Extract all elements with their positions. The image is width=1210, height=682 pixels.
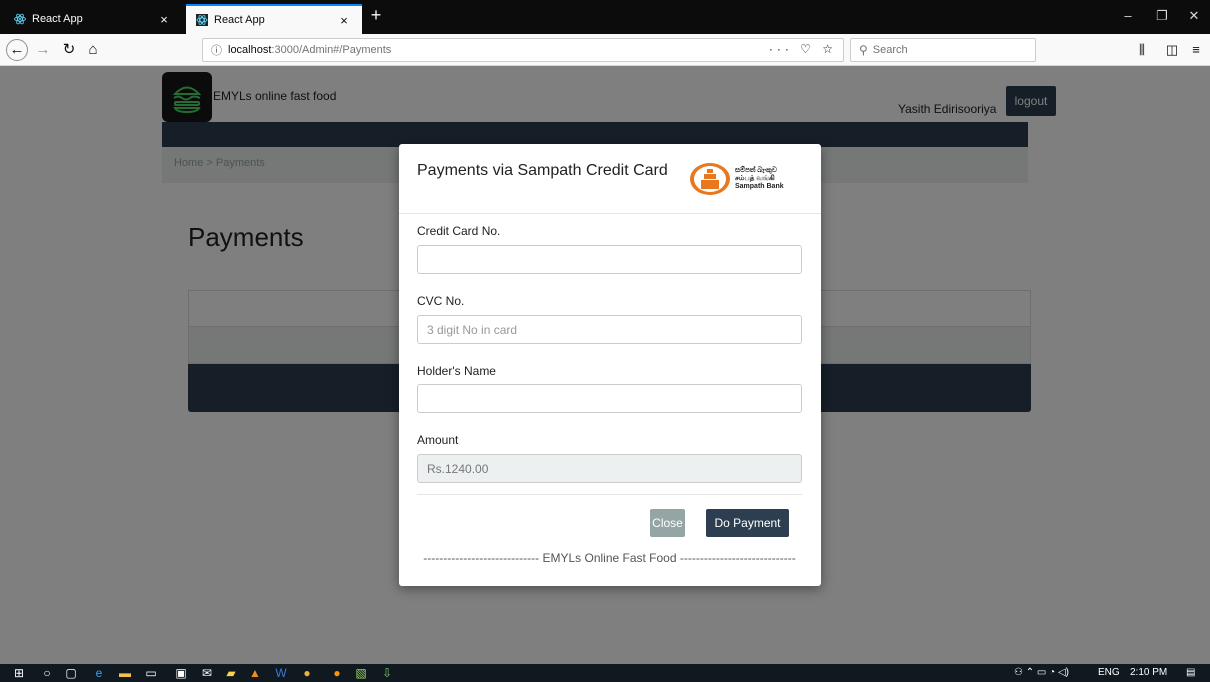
- menu-icon[interactable]: ≡: [1186, 42, 1206, 57]
- page-actions-icon[interactable]: ··· ♡ ☆: [769, 42, 837, 56]
- language-indicator[interactable]: ENG: [1098, 666, 1120, 680]
- browser-tab-bar: React App × React App × + – ❐ ✕: [0, 0, 1210, 34]
- minimize-icon[interactable]: –: [1118, 8, 1138, 23]
- edge-browser-icon[interactable]: e: [92, 666, 106, 680]
- payment-modal: Payments via Sampath Credit Card සම්පත් …: [399, 144, 821, 586]
- action-center-icon[interactable]: ▤: [1186, 666, 1195, 680]
- notepad-icon[interactable]: ▧: [354, 666, 368, 680]
- windows-start-icon[interactable]: ⊞: [12, 666, 26, 680]
- library-icon[interactable]: ⫼: [1132, 42, 1152, 58]
- back-icon[interactable]: ←: [6, 39, 28, 61]
- home-icon[interactable]: ⌂: [82, 39, 104, 61]
- modal-footer-text: ----------------------------- EMYLs Onli…: [423, 551, 796, 565]
- do-payment-button[interactable]: Do Payment: [706, 509, 789, 537]
- close-tab-icon[interactable]: ×: [156, 12, 172, 27]
- file-explorer-icon[interactable]: ▬: [118, 666, 132, 680]
- restore-icon[interactable]: ❐: [1152, 8, 1172, 24]
- mail-icon[interactable]: ✉: [200, 666, 214, 680]
- amount-field: [417, 454, 802, 483]
- holder-name-label: Holder's Name: [417, 364, 496, 378]
- close-window-icon[interactable]: ✕: [1184, 8, 1204, 24]
- card-number-input[interactable]: [417, 245, 802, 274]
- chrome-icon[interactable]: ●: [300, 666, 314, 680]
- search-placeholder: Search: [872, 44, 908, 56]
- tab-title: React App: [214, 14, 265, 26]
- amount-label: Amount: [417, 433, 459, 447]
- browser-toolbar: ← → ↻ ⌂ ⓘ localhost :3000/Admin#/Payment…: [0, 34, 1210, 66]
- holder-name-input[interactable]: [417, 384, 802, 413]
- new-tab-icon[interactable]: +: [366, 5, 386, 26]
- card-number-label: Credit Card No.: [417, 224, 501, 238]
- cortana-search-icon[interactable]: ○: [40, 666, 54, 680]
- browser-tab[interactable]: React App ×: [4, 4, 182, 34]
- sampath-emblem-icon: [690, 163, 730, 195]
- bank-name-english: Sampath Bank: [735, 183, 784, 190]
- system-tray-icons[interactable]: ⚇ ⌃ ▭ ◔ ◁): [1014, 666, 1069, 680]
- bank-name: සම්පත් බැංකුව சம்பத் வங்கி Sampath Bank: [735, 167, 784, 191]
- store-icon[interactable]: ▣: [174, 666, 188, 680]
- close-button[interactable]: Close: [650, 509, 685, 537]
- os-taskbar: ⊞ ○ ▢ e ▬ ▭ ▣ ✉ ▰ ▲ W ● ● ▧ ⇩ ⚇ ⌃ ▭ ◔ ◁)…: [0, 664, 1210, 682]
- url-bar[interactable]: ⓘ localhost :3000/Admin#/Payments ··· ♡ …: [202, 38, 844, 62]
- firefox-icon[interactable]: ●: [330, 666, 344, 680]
- sidebar-icon[interactable]: ◫: [1162, 42, 1182, 58]
- vlc-icon[interactable]: ▲: [248, 666, 262, 680]
- react-icon: [196, 14, 208, 26]
- bank-name-sinhala: සම්පත් බැංකුව: [735, 167, 777, 174]
- word-icon[interactable]: W: [274, 666, 288, 680]
- forward-icon[interactable]: →: [32, 39, 54, 61]
- info-icon[interactable]: ⓘ: [211, 42, 222, 58]
- url-path: :3000/Admin#/Payments: [271, 44, 392, 56]
- reload-icon[interactable]: ↻: [58, 39, 80, 61]
- browser-tab-active[interactable]: React App ×: [186, 4, 362, 34]
- task-view-icon[interactable]: ▢: [64, 666, 78, 680]
- modal-divider: [417, 494, 802, 495]
- cvc-input[interactable]: [417, 315, 802, 344]
- url-host: localhost: [228, 44, 272, 56]
- close-tab-icon[interactable]: ×: [336, 13, 352, 28]
- sticky-notes-icon[interactable]: ▰: [224, 666, 238, 680]
- modal-title: Payments via Sampath Credit Card: [417, 162, 668, 179]
- modal-header: Payments via Sampath Credit Card සම්පත් …: [399, 144, 821, 214]
- cvc-label: CVC No.: [417, 294, 465, 308]
- download-icon[interactable]: ⇩: [380, 666, 394, 680]
- react-icon: [14, 13, 26, 25]
- tab-title: React App: [32, 13, 83, 25]
- terminal-icon[interactable]: ▭: [144, 666, 158, 680]
- sampath-bank-logo: සම්පත් බැංකුව சம்பத் வங்கி Sampath Bank: [689, 162, 784, 196]
- clock[interactable]: 2:10 PM: [1130, 666, 1167, 680]
- bank-name-tamil: சம்பத் வங்கி: [735, 175, 775, 182]
- search-icon: ⚲: [859, 43, 868, 57]
- search-input[interactable]: ⚲ Search: [850, 38, 1036, 62]
